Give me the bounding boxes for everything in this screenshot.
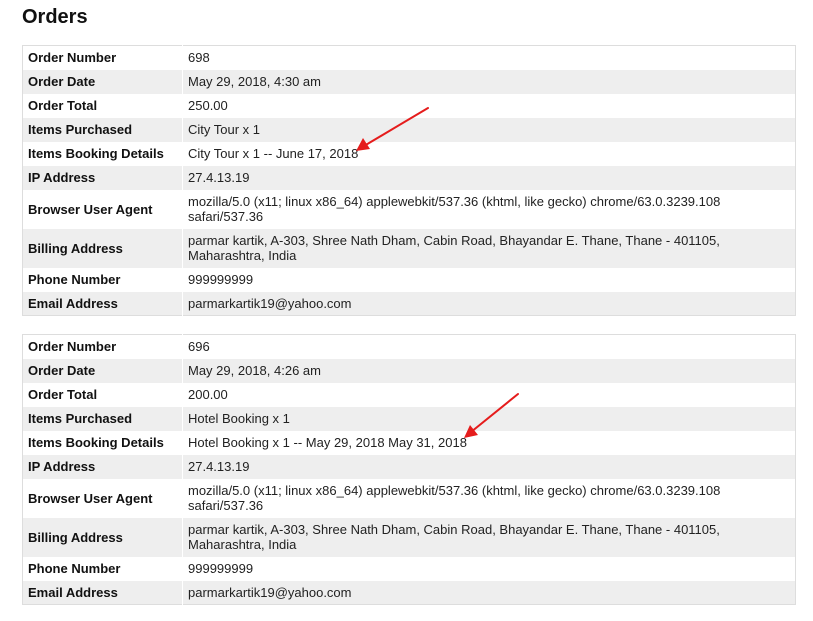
table-row: Order Number 696: [22, 334, 796, 359]
page-title: Orders: [22, 6, 88, 28]
table-row: Order Number 698: [22, 45, 796, 70]
order-total-label: Order Total: [22, 93, 183, 118]
ip-address-label: IP Address: [22, 454, 183, 479]
orders-list: Order Number 698 Order Date May 29, 2018…: [22, 45, 796, 621]
browser-user-agent-label: Browser User Agent: [22, 478, 183, 518]
email-address-value: parmarkartik19@yahoo.com: [182, 291, 796, 316]
table-row: IP Address 27.4.13.19: [22, 454, 796, 479]
billing-address-label: Billing Address: [22, 228, 183, 268]
table-row: Items Booking Details City Tour x 1 -- J…: [22, 141, 796, 166]
email-address-value: parmarkartik19@yahoo.com: [182, 580, 796, 605]
phone-number-label: Phone Number: [22, 556, 183, 581]
table-row: Browser User Agent mozilla/5.0 (x11; lin…: [22, 478, 796, 518]
order-number-label: Order Number: [22, 334, 183, 359]
table-row: Billing Address parmar kartik, A-303, Sh…: [22, 517, 796, 557]
table-row: Billing Address parmar kartik, A-303, Sh…: [22, 228, 796, 268]
order-date-label: Order Date: [22, 358, 183, 383]
order-number-value: 698: [182, 45, 796, 70]
table-row: Phone Number 999999999: [22, 267, 796, 292]
table-row: Email Address parmarkartik19@yahoo.com: [22, 291, 796, 316]
order-date-value: May 29, 2018, 4:30 am: [182, 69, 796, 94]
items-purchased-label: Items Purchased: [22, 117, 183, 142]
billing-address-value: parmar kartik, A-303, Shree Nath Dham, C…: [182, 228, 796, 268]
phone-number-value: 999999999: [182, 267, 796, 292]
browser-user-agent-value: mozilla/5.0 (x11; linux x86_64) appleweb…: [182, 478, 796, 518]
phone-number-label: Phone Number: [22, 267, 183, 292]
table-row: Items Booking Details Hotel Booking x 1 …: [22, 430, 796, 455]
items-booking-details-label: Items Booking Details: [22, 430, 183, 455]
table-row: IP Address 27.4.13.19: [22, 165, 796, 190]
items-purchased-label: Items Purchased: [22, 406, 183, 431]
table-row: Items Purchased City Tour x 1: [22, 117, 796, 142]
order-date-value: May 29, 2018, 4:26 am: [182, 358, 796, 383]
table-row: Email Address parmarkartik19@yahoo.com: [22, 580, 796, 605]
billing-address-label: Billing Address: [22, 517, 183, 557]
items-booking-details-label: Items Booking Details: [22, 141, 183, 166]
table-row: Order Total 200.00: [22, 382, 796, 407]
billing-address-value: parmar kartik, A-303, Shree Nath Dham, C…: [182, 517, 796, 557]
table-row: Items Purchased Hotel Booking x 1: [22, 406, 796, 431]
ip-address-value: 27.4.13.19: [182, 454, 796, 479]
table-row: Order Date May 29, 2018, 4:26 am: [22, 358, 796, 383]
order-total-value: 200.00: [182, 382, 796, 407]
order-number-value: 696: [182, 334, 796, 359]
email-address-label: Email Address: [22, 291, 183, 316]
order-date-label: Order Date: [22, 69, 183, 94]
browser-user-agent-label: Browser User Agent: [22, 189, 183, 229]
browser-user-agent-value: mozilla/5.0 (x11; linux x86_64) appleweb…: [182, 189, 796, 229]
phone-number-value: 999999999: [182, 556, 796, 581]
items-booking-details-value: City Tour x 1 -- June 17, 2018: [182, 141, 796, 166]
order-table: Order Number 696 Order Date May 29, 2018…: [22, 334, 796, 605]
ip-address-label: IP Address: [22, 165, 183, 190]
order-total-value: 250.00: [182, 93, 796, 118]
ip-address-value: 27.4.13.19: [182, 165, 796, 190]
items-purchased-value: Hotel Booking x 1: [182, 406, 796, 431]
items-booking-details-value: Hotel Booking x 1 -- May 29, 2018 May 31…: [182, 430, 796, 455]
order-table: Order Number 698 Order Date May 29, 2018…: [22, 45, 796, 316]
items-purchased-value: City Tour x 1: [182, 117, 796, 142]
table-row: Order Total 250.00: [22, 93, 796, 118]
table-row: Order Date May 29, 2018, 4:30 am: [22, 69, 796, 94]
email-address-label: Email Address: [22, 580, 183, 605]
order-number-label: Order Number: [22, 45, 183, 70]
order-total-label: Order Total: [22, 382, 183, 407]
table-row: Browser User Agent mozilla/5.0 (x11; lin…: [22, 189, 796, 229]
table-row: Phone Number 999999999: [22, 556, 796, 581]
